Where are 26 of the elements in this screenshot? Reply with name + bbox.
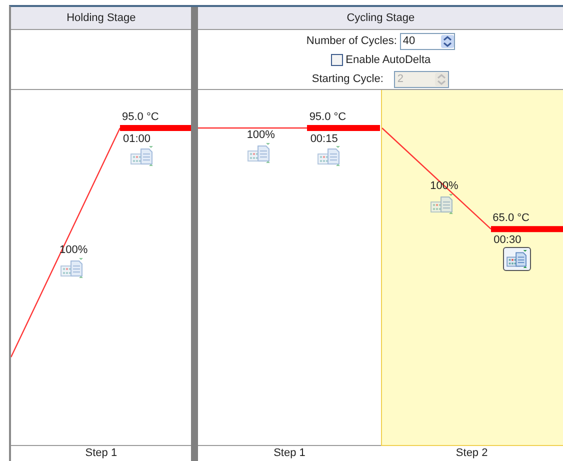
temperature-label: 95.0 °C [122,111,159,123]
step-area[interactable]: 100% 95.0 °C 00:15 [198,90,381,445]
ramp-rate: 100% [246,129,275,141]
cycles-spinner[interactable]: 40 [400,33,455,50]
hold-time: 00:15 [310,133,338,145]
hold-time: 01:00 [123,133,151,145]
autodelta-checkbox[interactable] [330,54,343,66]
spin-arrows-icon[interactable] [440,35,454,48]
plate-document-icon [502,247,531,272]
temperature-label: 95.0 °C [309,111,346,123]
temperature-label: 65.0 °C [492,212,530,224]
step-label: Step 1 [198,445,381,461]
hold-time: 00:30 [494,234,522,246]
checkbox-label: Enable AutoDelta [346,53,431,68]
plate-document-icon [317,146,342,166]
hold-bar[interactable] [490,226,563,232]
plate-document-icon [430,194,454,214]
plate-document-icon [246,143,271,163]
stage-header: Holding Stage [11,7,192,30]
stage-header: Cycling Stage [198,7,563,30]
field-label: Starting Cycle: [312,72,384,87]
plate-document-icon [60,258,84,278]
field-label: Number of Cycles: [306,34,397,50]
plate-document-icon [130,146,154,166]
step-label: Step 1 [11,445,192,461]
step-label: Step 2 [380,445,563,461]
